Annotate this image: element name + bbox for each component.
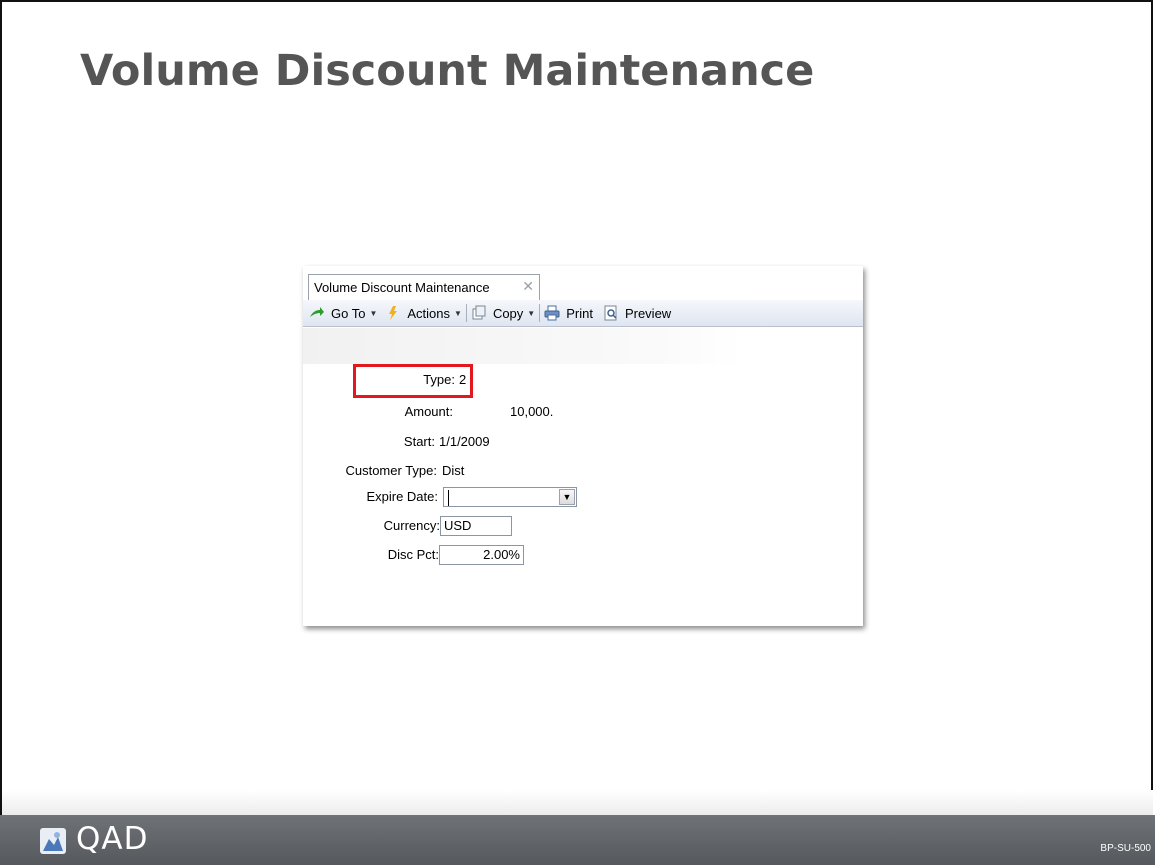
footer-code: BP-SU-500 — [1100, 843, 1151, 854]
goto-label: Go To — [331, 305, 366, 321]
disc-pct-field[interactable]: 2.00% — [439, 545, 524, 565]
chevron-down-icon[interactable]: ▼ — [559, 489, 575, 505]
type-value: 2 — [459, 372, 467, 387]
preview-button[interactable]: Preview — [603, 300, 671, 326]
start-value: 1/1/2009 — [439, 434, 490, 449]
print-label: Print — [566, 305, 593, 321]
text-caret — [448, 490, 449, 506]
copy-label: Copy — [492, 305, 524, 321]
copy-dropdown-arrow-icon: ▼ — [527, 308, 536, 318]
footer-logo-text: QAD — [76, 821, 149, 857]
close-icon[interactable]: ✕ — [522, 278, 534, 295]
qad-logo-icon — [40, 828, 66, 854]
expire-date-field[interactable]: ▼ — [443, 487, 577, 507]
expire-date-label: Expire Date: — [366, 489, 438, 504]
tab-label: Volume Discount Maintenance — [314, 280, 490, 295]
actions-dropdown-arrow-icon: ▼ — [454, 308, 462, 318]
start-label: Start: — [403, 434, 435, 449]
toolbar-separator — [465, 304, 467, 322]
disc-pct-value: 2.00% — [483, 547, 520, 562]
currency-label: Currency: — [383, 518, 440, 533]
tab-volume-discount-maintenance[interactable]: Volume Discount Maintenance ✕ — [308, 274, 540, 300]
type-label: Type: — [423, 372, 455, 387]
footer-bar: QAD BP-SU-500 — [0, 815, 1155, 865]
form-header-shade — [303, 328, 743, 364]
amount-label: Amount: — [404, 404, 453, 419]
lightning-icon — [389, 306, 398, 320]
slide-bottom-fade — [2, 790, 1153, 815]
customer-type-label: Customer Type: — [345, 463, 437, 478]
preview-label: Preview — [624, 305, 672, 321]
currency-field[interactable]: USD — [440, 516, 512, 536]
preview-icon — [604, 305, 617, 321]
tab-strip: Volume Discount Maintenance ✕ — [303, 266, 863, 301]
printer-icon — [544, 305, 560, 321]
customer-type-value: Dist — [442, 463, 465, 478]
type-highlight-box — [353, 364, 473, 398]
actions-button[interactable]: Actions ▼ — [385, 300, 462, 326]
goto-arrow-icon — [310, 307, 324, 317]
currency-value: USD — [444, 518, 472, 533]
copy-button[interactable]: Copy ▼ — [471, 300, 535, 326]
copy-icon — [472, 305, 486, 320]
print-button[interactable]: Print — [544, 300, 593, 326]
toolbar-separator — [539, 304, 541, 322]
amount-value: 10,000. — [510, 404, 554, 419]
actions-label: Actions — [407, 305, 451, 321]
goto-button[interactable]: Go To ▼ — [309, 300, 377, 326]
slide-title: Volume Discount Maintenance — [80, 46, 815, 96]
form-area: Type: 2 Amount: 10,000. Start: 1/1/2009 … — [303, 328, 863, 626]
goto-dropdown-arrow-icon: ▼ — [369, 308, 378, 318]
toolbar: Go To ▼ Actions ▼ Copy ▼ Print Preview — [303, 300, 863, 327]
disc-pct-label: Disc Pct: — [387, 547, 439, 562]
app-window: Volume Discount Maintenance ✕ Go To ▼ Ac… — [303, 266, 863, 626]
